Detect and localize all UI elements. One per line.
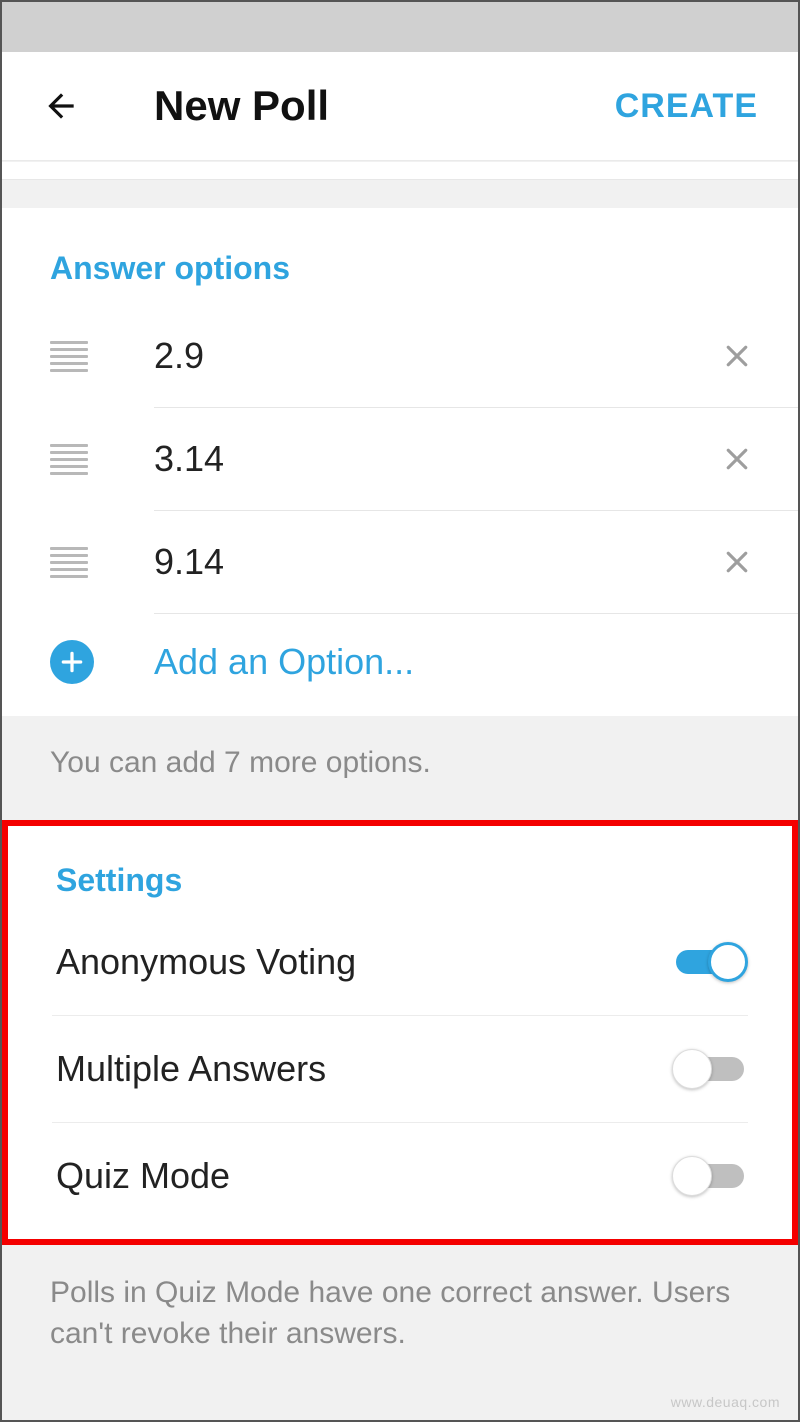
remove-option-button[interactable] [720, 339, 754, 373]
answer-option-row: 9.14 [2, 511, 798, 613]
answer-option-row: 3.14 [2, 408, 798, 510]
watermark: www.deuaq.com [671, 1394, 780, 1410]
answer-option-text[interactable]: 2.9 [88, 335, 720, 377]
add-option-button[interactable]: Add an Option... [2, 614, 798, 716]
page-title: New Poll [82, 82, 615, 130]
setting-multiple-answers: Multiple Answers [8, 1016, 792, 1122]
quiz-mode-footnote: Polls in Quiz Mode have one correct answ… [2, 1245, 798, 1388]
drag-handle-icon[interactable] [50, 444, 88, 475]
create-button[interactable]: CREATE [615, 87, 758, 126]
anonymous-voting-toggle[interactable] [672, 942, 748, 982]
answer-option-text[interactable]: 3.14 [88, 438, 720, 480]
remove-option-button[interactable] [720, 442, 754, 476]
setting-quiz-mode: Quiz Mode [8, 1123, 792, 1229]
divider [2, 162, 798, 180]
drag-handle-icon[interactable] [50, 547, 88, 578]
header: New Poll CREATE [2, 52, 798, 161]
close-icon [722, 547, 752, 577]
spacer [2, 180, 798, 208]
remove-option-button[interactable] [720, 545, 754, 579]
add-option-label: Add an Option... [94, 641, 414, 683]
multiple-answers-toggle[interactable] [672, 1049, 748, 1089]
drag-handle-icon[interactable] [50, 341, 88, 372]
arrow-left-icon [42, 87, 80, 125]
settings-card: Settings Anonymous Voting Multiple Answe… [2, 820, 798, 1245]
settings-title: Settings [8, 826, 792, 909]
quiz-mode-toggle[interactable] [672, 1156, 748, 1196]
setting-label: Multiple Answers [56, 1048, 672, 1090]
setting-label: Quiz Mode [56, 1155, 672, 1197]
answer-options-title: Answer options [2, 208, 798, 305]
setting-anonymous-voting: Anonymous Voting [8, 909, 792, 1015]
options-hint: You can add 7 more options. [2, 716, 798, 820]
close-icon [722, 444, 752, 474]
answer-option-text[interactable]: 9.14 [88, 541, 720, 583]
close-icon [722, 341, 752, 371]
answer-options-card: Answer options 2.9 3.14 [2, 208, 798, 716]
setting-label: Anonymous Voting [56, 941, 672, 983]
status-bar [2, 2, 798, 52]
back-button[interactable] [42, 87, 82, 125]
plus-icon [50, 640, 94, 684]
answer-option-row: 2.9 [2, 305, 798, 407]
